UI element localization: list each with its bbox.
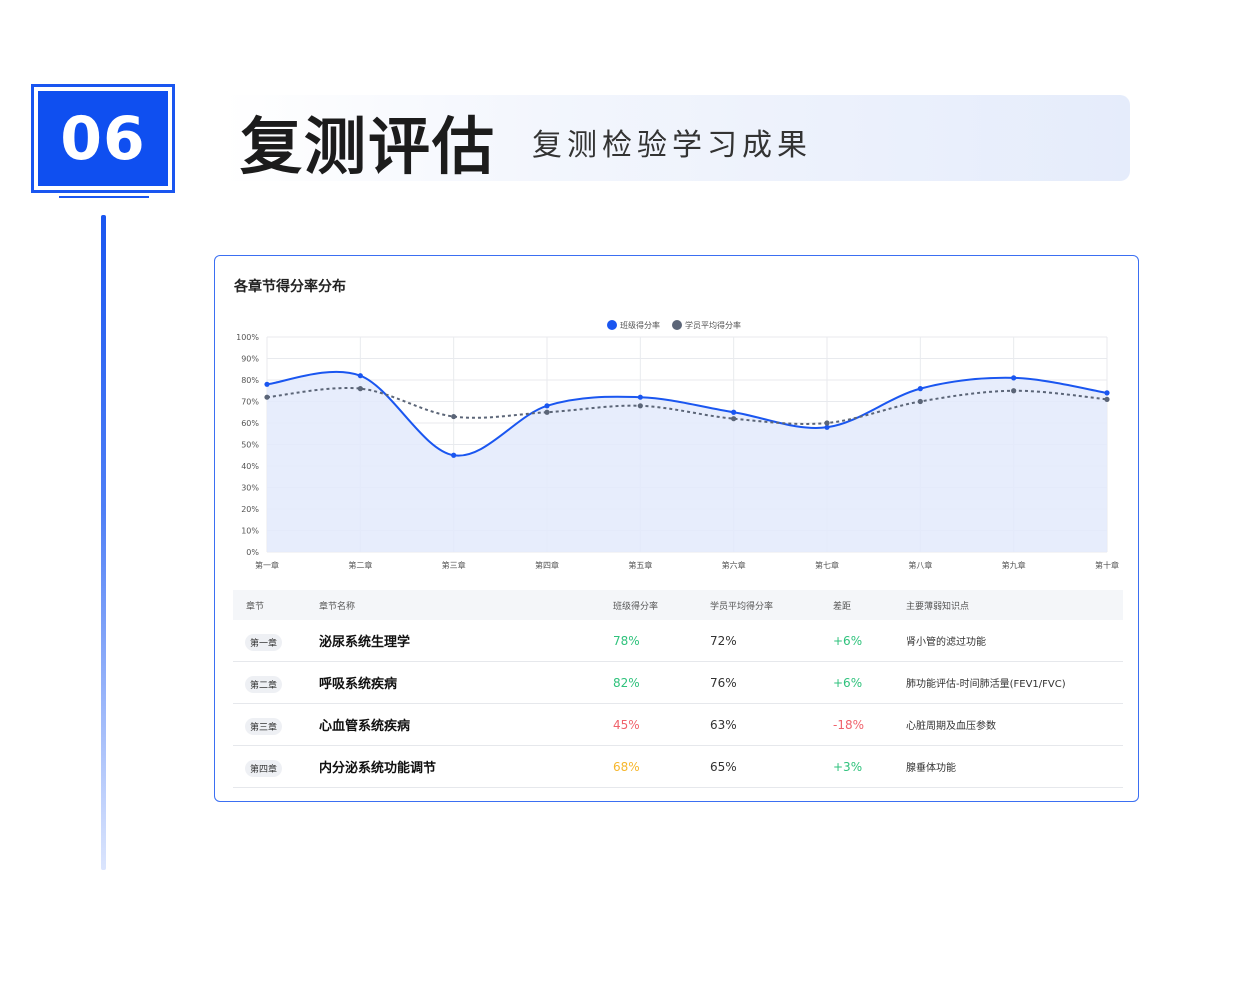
rate-diff: -18%	[833, 717, 865, 732]
table-row: 第四章 内分泌系统功能调节 68% 65% +3% 腺垂体功能	[233, 746, 1123, 788]
data-point	[1011, 388, 1017, 394]
section-number: 06	[60, 103, 146, 174]
page-title: 复测评估	[240, 110, 497, 183]
class-rate: 82%	[613, 675, 640, 690]
rate-diff: +6%	[833, 633, 863, 648]
data-point	[544, 403, 550, 409]
x-tick-label: 第七章	[815, 560, 839, 570]
legend-marker	[672, 320, 682, 330]
x-tick-label: 第九章	[1002, 560, 1026, 570]
data-point	[731, 416, 737, 422]
x-tick-label: 第一章	[255, 560, 279, 570]
y-tick-label: 50%	[241, 441, 259, 450]
x-tick-label: 第五章	[628, 560, 652, 570]
data-point	[824, 420, 830, 426]
data-point	[451, 452, 457, 458]
chapter-name: 内分泌系统功能调节	[319, 761, 437, 776]
data-point	[1104, 396, 1110, 402]
chart-card: 各章节得分率分布 100% 90% 80% 70% 60% 50% 40% 30% 20% 10%…	[214, 255, 1139, 802]
chapter-pill: 第一章	[245, 633, 283, 651]
y-tick-label: 40%	[241, 462, 259, 471]
header-weak-points: 主要薄弱知识点	[906, 601, 970, 612]
legend-marker	[607, 320, 617, 330]
weak-point: 肾小管的滤过功能	[906, 637, 986, 648]
x-tick-label: 第十章	[1095, 560, 1119, 570]
x-tick-label: 第六章	[722, 560, 746, 570]
y-tick-label: 0%	[246, 548, 259, 557]
y-tick-label: 30%	[241, 484, 259, 493]
badge-underline	[59, 196, 149, 198]
data-point	[1011, 375, 1017, 381]
x-tick-label: 第三章	[442, 560, 466, 570]
data-point	[637, 403, 643, 409]
rate-diff: +3%	[833, 759, 863, 774]
section-number-box: 06	[38, 91, 168, 186]
header-diff: 差距	[833, 601, 852, 612]
chapter-name: 呼吸系统疾病	[319, 677, 398, 692]
x-tick-label: 第四章	[535, 560, 559, 570]
header-class-rate: 班级得分率	[613, 601, 659, 612]
x-tick-label: 第八章	[908, 560, 932, 570]
data-point	[917, 386, 923, 392]
x-tick-label: 第二章	[348, 560, 372, 570]
header-name: 章节名称	[319, 601, 356, 612]
avg-rate: 65%	[710, 759, 737, 774]
data-point	[1104, 390, 1110, 396]
page-subtitle: 复测检验学习成果	[532, 128, 812, 163]
y-tick-label: 20%	[241, 505, 259, 514]
y-tick-label: 10%	[241, 527, 259, 536]
data-point	[451, 413, 457, 420]
y-tick-label: 100%	[236, 333, 259, 342]
avg-rate: 72%	[710, 633, 737, 648]
series-area	[267, 371, 1107, 552]
chapter-pill: 第四章	[245, 759, 283, 777]
legend-label: 学员平均得分率	[685, 320, 741, 330]
data-point	[264, 394, 270, 400]
rate-diff: +6%	[833, 675, 863, 690]
data-point	[637, 394, 643, 400]
avg-rate: 76%	[710, 675, 737, 690]
y-tick-label: 60%	[241, 419, 259, 428]
weak-point: 肺功能评估-时间肺活量(FEV1/FVC)	[906, 679, 1066, 690]
data-point	[731, 409, 737, 415]
chapter-pill: 第二章	[245, 675, 283, 693]
y-tick-label: 80%	[241, 376, 259, 385]
side-decor-line	[101, 215, 106, 870]
table-row: 第二章 呼吸系统疾病 82% 76% +6% 肺功能评估-时间肺活量(FEV1/…	[233, 662, 1123, 704]
class-rate: 68%	[613, 759, 640, 774]
data-point	[357, 386, 363, 392]
table-header: 章节 章节名称 班级得分率 学员平均得分率 差距 主要薄弱知识点	[233, 590, 1123, 620]
table-row: 第三章 心血管系统疾病 45% 63% -18% 心脏周期及血压参数	[233, 704, 1123, 746]
table-row: 第一章 泌尿系统生理学 78% 72% +6% 肾小管的滤过功能	[233, 620, 1123, 662]
weak-point: 腺垂体功能	[906, 763, 956, 774]
class-rate: 78%	[613, 633, 640, 648]
chapter-name: 心血管系统疾病	[319, 719, 411, 734]
header-avg-rate: 学员平均得分率	[710, 601, 774, 612]
data-point	[357, 373, 363, 379]
avg-rate: 63%	[710, 717, 737, 732]
data-point	[264, 381, 270, 387]
weak-point: 心脏周期及血压参数	[906, 721, 996, 732]
y-tick-label: 70%	[241, 398, 259, 407]
section-number-badge: 06	[31, 84, 175, 193]
score-table: 章节 章节名称 班级得分率 学员平均得分率 差距 主要薄弱知识点 第一章 泌尿系…	[233, 590, 1123, 788]
data-point	[917, 398, 923, 405]
header-chapter: 章节	[246, 601, 265, 612]
data-point	[544, 409, 550, 415]
chapter-pill: 第三章	[245, 717, 283, 735]
class-rate: 45%	[613, 717, 640, 732]
chapter-name: 泌尿系统生理学	[319, 635, 411, 650]
legend-label: 班级得分率	[620, 320, 660, 330]
score-line-chart: 100% 90% 80% 70% 60% 50% 40% 30% 20% 10% 0% 第一章 第二章 第…	[236, 320, 1119, 570]
y-tick-label: 90%	[241, 355, 259, 364]
